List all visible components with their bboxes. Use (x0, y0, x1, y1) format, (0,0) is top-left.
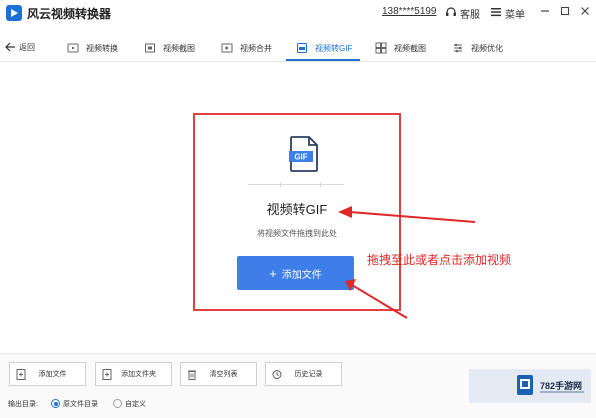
tab-label: 视频转GIF (315, 43, 353, 53)
annotation-text: 拖拽至此或者点击添加视频 (367, 253, 512, 267)
back-label: 返回 (19, 42, 35, 52)
tab-video-crop[interactable]: 视频截图 (375, 36, 426, 60)
clock-icon (272, 369, 282, 379)
toolbar-button-label: 添加文件 (38, 371, 67, 378)
arrow-left-icon (5, 42, 15, 52)
output-custom-label[interactable]: 自定义 (125, 399, 146, 409)
tab-label: 视频合并 (240, 43, 272, 53)
watermark-logo-icon (517, 375, 533, 395)
app-logo-icon (6, 5, 22, 21)
account-phone-link[interactable]: 138****5199 (382, 6, 437, 17)
minimize-button[interactable] (538, 4, 552, 18)
tab-label: 视频截图 (394, 43, 426, 53)
tab-video-to-gif[interactable]: 视频转GIF (296, 36, 352, 60)
toolbar-button-label: 添加文件夹 (121, 371, 156, 378)
trash-icon (188, 370, 196, 380)
menu-icon[interactable] (490, 6, 502, 18)
feature-tab-bar: 返回 视频转换 视频截图 视频合并 视频转GIF 视频截图 视频优化 (0, 32, 596, 62)
watermark-underline (540, 391, 584, 393)
tab-video-merge[interactable]: 视频合并 (221, 36, 272, 60)
service-button[interactable]: 客服 (460, 6, 480, 21)
tab-video-optimize[interactable]: 视频优化 (452, 36, 503, 60)
gif-icon (297, 43, 307, 53)
toolbar-button-label: 清空列表 (209, 371, 238, 378)
tab-video-convert[interactable]: 视频转换 (67, 36, 118, 60)
maximize-button[interactable] (558, 4, 572, 18)
output-source-dir-label[interactable]: 原文件目录 (63, 399, 98, 409)
zone-divider (248, 182, 344, 187)
menu-button[interactable]: 菜单 (505, 6, 525, 21)
output-dir-label: 输出目录: (8, 401, 38, 408)
drop-zone-hint: 将视频文件拖拽到此处 (257, 229, 337, 238)
title-bar: 风云视频转换器 138****5199 客服 菜单 (0, 0, 596, 26)
tab-label: 视频转换 (86, 43, 118, 53)
output-source-dir-radio[interactable] (51, 399, 60, 408)
gif-file-icon: GIF (289, 136, 318, 172)
tab-video-screenshot[interactable]: 视频截图 (144, 36, 195, 60)
headset-icon[interactable] (445, 6, 457, 18)
output-custom-radio[interactable] (113, 399, 122, 408)
history-button[interactable]: 历史记录 (265, 362, 342, 386)
file-add-icon (16, 368, 26, 380)
clear-list-button[interactable]: 清空列表 (180, 362, 257, 386)
toolbar-button-label: 历史记录 (294, 371, 323, 378)
add-folder-button[interactable]: 添加文件夹 (95, 362, 172, 386)
optimize-icon (454, 43, 462, 53)
crop-icon (375, 42, 387, 54)
app-title: 风云视频转换器 (27, 7, 112, 21)
active-tab-indicator (286, 59, 360, 61)
svg-text:GIF: GIF (294, 153, 307, 162)
add-file-label: 添加文件 (281, 269, 322, 281)
merge-icon (221, 43, 233, 53)
drop-zone-title: 视频转GIF (266, 202, 328, 217)
convert-icon (67, 43, 79, 53)
tab-label: 视频优化 (471, 43, 503, 53)
add-file-toolbar-button[interactable]: 添加文件 (9, 362, 86, 386)
plus-icon: + (269, 265, 277, 281)
add-file-button[interactable]: + 添加文件 (237, 256, 354, 290)
screenshot-icon (145, 43, 155, 53)
folder-icon (102, 368, 112, 380)
close-button[interactable] (578, 4, 592, 18)
back-button[interactable]: 返回 (4, 39, 35, 55)
tab-label: 视频截图 (163, 43, 195, 53)
